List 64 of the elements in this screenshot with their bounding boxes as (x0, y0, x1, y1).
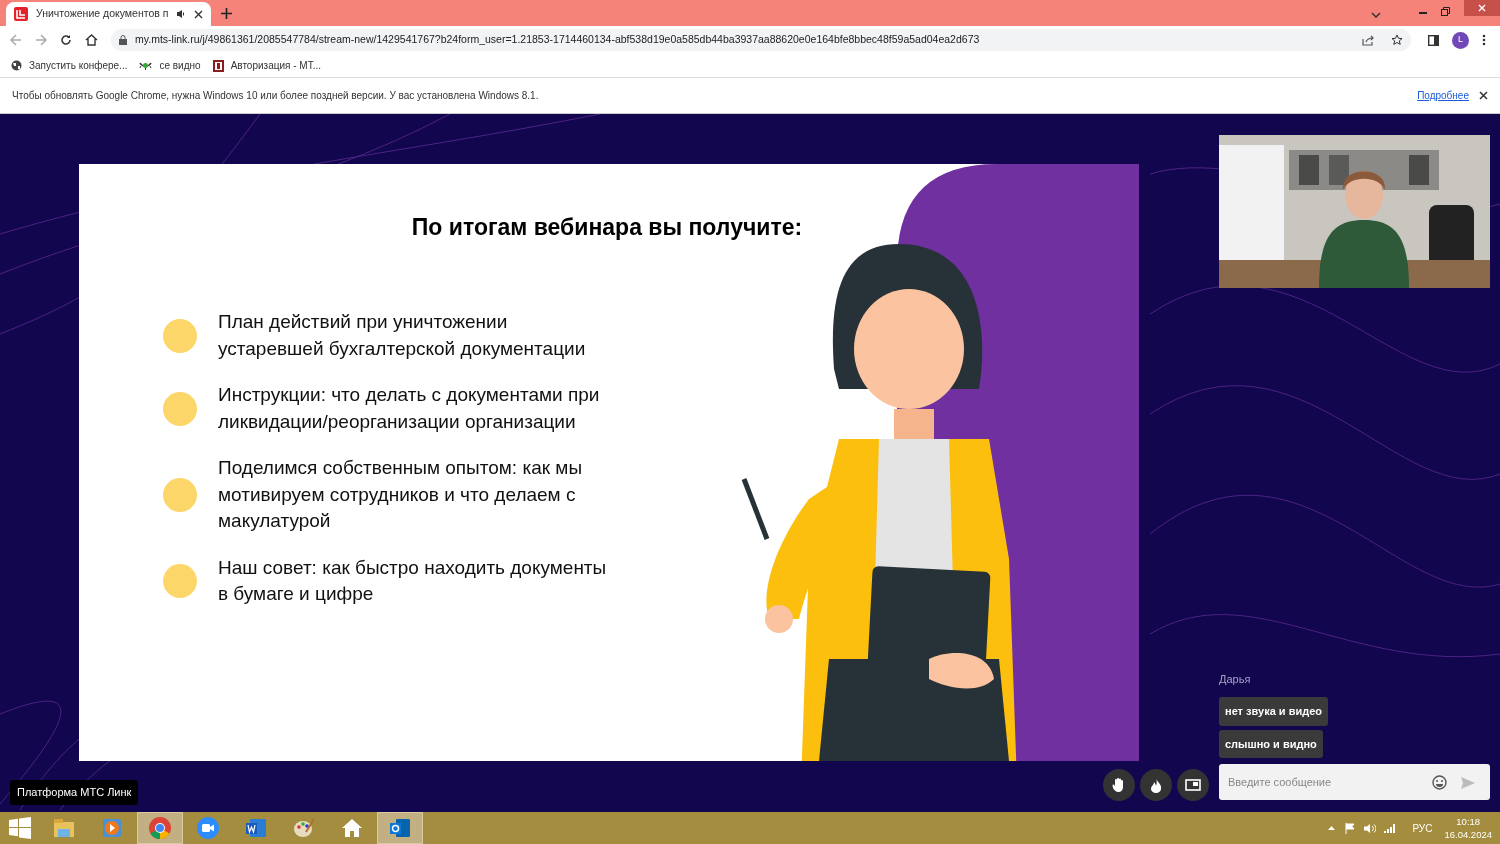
start-icon[interactable] (9, 817, 31, 839)
profile-avatar[interactable]: L (1452, 31, 1469, 49)
close-window-button[interactable] (1464, 0, 1500, 16)
learn-more-link[interactable]: Подробнее (1417, 88, 1469, 103)
home-icon (340, 816, 364, 840)
menu-icon[interactable] (1482, 34, 1486, 46)
document-icon (244, 816, 268, 840)
chat-author: Дарья (1219, 672, 1251, 687)
picture-in-picture-icon (1185, 779, 1201, 791)
forward-icon[interactable] (35, 34, 47, 46)
reaction-button[interactable] (1140, 769, 1172, 801)
folder-icon (52, 816, 76, 840)
close-icon[interactable] (194, 9, 204, 19)
url-text: my.mts-link.ru/j/49861361/2085547784/stream-new/1429541767?b24form_user=1.21853-1714460134-abf538d19e0a585db44ba3937aa88620e0e164bfe8bbec48f59a5ad04ea2d673 (135, 32, 980, 48)
speaker-icon[interactable] (176, 9, 187, 19)
flame-icon (1150, 777, 1162, 793)
close-icon (1478, 4, 1486, 12)
share-icon[interactable] (1362, 34, 1375, 46)
hand-icon (1112, 777, 1126, 793)
signal-icon[interactable] (1384, 823, 1397, 833)
message-input[interactable]: Введите сообщение (1219, 764, 1490, 800)
chat-message: слышно и видно (1219, 729, 1323, 758)
tooltip: Платформа МТС Линк (10, 780, 139, 805)
bookmark[interactable]: се видно (139, 58, 201, 73)
eye-icon (139, 60, 153, 71)
update-notice: Чтобы обновлять Google Chrome, нужна Windows 10 или более поздней версии. У вас установлена Windows 8.1. (12, 89, 539, 103)
bookmark[interactable]: Запустить конфере... (11, 58, 128, 73)
clock-time: 10:18 (1456, 815, 1481, 828)
back-icon[interactable] (10, 34, 22, 46)
new-tab-icon[interactable] (221, 8, 233, 19)
browser-tab[interactable]: Уничтожение документов п (6, 2, 212, 26)
tab-title: Уничтожение документов п (36, 6, 169, 22)
bullet-text: Инструкции: что делать с документами при ликвидации/реорганизации организации (218, 383, 601, 434)
clock-date: 16.04.2024 (1444, 828, 1492, 841)
lock-icon (119, 35, 127, 45)
video-call-icon (196, 816, 220, 840)
flag-icon[interactable] (1345, 822, 1357, 834)
close-icon[interactable] (1479, 91, 1488, 100)
bullet-text: Наш совет: как быстро находить документы в бумаге и цифре (218, 555, 608, 606)
address-bar[interactable]: my.mts-link.ru/j/49861361/2085547784/stream-new/1429541767?b24form_user=1.21853-1714460134-abf538d19e0a585db44ba3937aa88620e0e164bfe8bbec48f59a5ad04ea2d673 (111, 29, 1411, 51)
app-logo-icon (14, 7, 28, 21)
globe-icon (11, 60, 22, 71)
tab-search-icon[interactable] (1371, 12, 1381, 18)
raise-hand-button[interactable] (1103, 769, 1135, 801)
picture-in-picture-button[interactable] (1177, 769, 1209, 801)
mail-icon (388, 816, 412, 840)
slide-title: По итогам вебинара вы получите: (410, 213, 804, 242)
bullet-text: Поделимся собственным опытом: как мы мотивируем сотрудников и что делаем с макулатурой (218, 456, 584, 533)
bookmark[interactable]: Авторизация - МТ... (212, 58, 321, 73)
taskbar-app-button[interactable] (137, 812, 183, 844)
taskbar-app-button[interactable] (377, 812, 423, 844)
tray-expand-icon[interactable] (1328, 826, 1336, 830)
play-icon (100, 816, 124, 840)
chat-message: нет звука и видео (1219, 697, 1328, 726)
palette-icon (292, 816, 316, 840)
home-icon[interactable] (85, 34, 98, 46)
restore-icon[interactable] (1441, 7, 1450, 16)
bullet-text: План действий при уничтожении устаревшей бухгалтерской документации (218, 310, 587, 361)
emoji-icon[interactable] (1432, 775, 1447, 790)
side-panel-icon[interactable] (1428, 34, 1439, 46)
star-icon[interactable] (1391, 34, 1403, 46)
bookmark-logo-icon (212, 59, 224, 72)
reload-icon[interactable] (60, 34, 72, 46)
browser-icon (148, 816, 172, 840)
